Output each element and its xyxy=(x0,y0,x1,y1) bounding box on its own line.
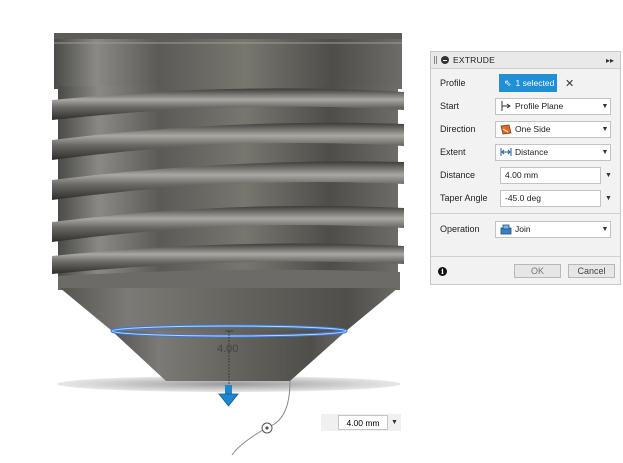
taper-angle-row: Taper Angle -45.0 deg ▼ xyxy=(431,188,620,208)
join-icon xyxy=(499,224,512,235)
chevron-down-icon[interactable]: ▼ xyxy=(605,195,612,202)
distance-dimension-input[interactable]: 4.00 mm ▼ xyxy=(321,414,401,431)
dialog-title: EXTRUDE xyxy=(453,55,496,65)
direction-dropdown[interactable]: One Side ▼ xyxy=(495,120,611,138)
divider xyxy=(431,256,620,257)
distance-row: Distance 4.00 mm ▼ xyxy=(431,165,620,185)
chevron-down-icon[interactable]: ▼ xyxy=(605,172,612,179)
one-side-icon xyxy=(499,124,512,135)
operation-dropdown[interactable]: Join ▼ xyxy=(495,220,611,238)
dimension-label: 4.00 xyxy=(217,343,239,355)
extent-label: Extent xyxy=(440,147,466,157)
distance-input[interactable]: 4.00 mm xyxy=(500,166,601,184)
profile-label: Profile xyxy=(440,78,466,88)
dialog-header[interactable]: EXTRUDE ▸▸ xyxy=(431,52,620,69)
ok-button[interactable]: OK xyxy=(514,264,561,278)
profile-selection-count: 1 selected xyxy=(515,78,555,88)
taper-angle-handle[interactable] xyxy=(261,422,273,434)
operation-label: Operation xyxy=(440,224,480,234)
operation-row: Operation Join ▼ xyxy=(431,219,620,239)
distance-label: Distance xyxy=(440,170,476,180)
start-label: Start xyxy=(440,101,460,111)
extent-row: Extent Distance ▼ xyxy=(431,142,620,162)
distance-dimension-value[interactable]: 4.00 mm xyxy=(338,415,388,430)
expand-icon[interactable]: ▸▸ xyxy=(606,56,614,65)
chevron-down-icon[interactable]: ▼ xyxy=(600,226,610,233)
start-dropdown[interactable]: Profile Plane ▼ xyxy=(495,97,611,115)
start-value: Profile Plane xyxy=(515,101,564,111)
extrude-dialog: EXTRUDE ▸▸ Profile ⇖ 1 selected ✕ Start … xyxy=(430,51,621,285)
cancel-button[interactable]: Cancel xyxy=(568,264,615,278)
info-icon[interactable]: i xyxy=(438,267,447,276)
clear-selection-icon[interactable]: ✕ xyxy=(565,77,574,90)
distance-icon xyxy=(499,147,512,158)
extent-value: Distance xyxy=(515,147,549,157)
screw-collar xyxy=(54,33,402,89)
drag-grip-icon[interactable] xyxy=(434,56,437,64)
profile-row: Profile ⇖ 1 selected ✕ xyxy=(431,73,620,93)
chevron-down-icon[interactable]: ▼ xyxy=(600,126,610,133)
chevron-down-icon[interactable]: ▼ xyxy=(600,103,610,110)
extent-dropdown[interactable]: Distance ▼ xyxy=(495,143,611,161)
taper-angle-input[interactable]: -45.0 deg xyxy=(500,189,601,207)
taper-angle-label: Taper Angle xyxy=(440,193,488,203)
taper-arc xyxy=(231,380,291,456)
chevron-down-icon[interactable]: ▼ xyxy=(600,149,610,156)
direction-label: Direction xyxy=(440,124,476,134)
cursor-icon: ⇖ xyxy=(504,77,512,88)
profile-selection-button[interactable]: ⇖ 1 selected xyxy=(499,74,557,92)
profile-plane-icon xyxy=(499,101,512,112)
start-row: Start Profile Plane ▼ xyxy=(431,96,620,116)
operation-value: Join xyxy=(515,224,531,234)
collapse-icon[interactable] xyxy=(441,56,449,64)
direction-row: Direction One Side ▼ xyxy=(431,119,620,139)
divider xyxy=(431,213,620,214)
direction-value: One Side xyxy=(515,124,551,134)
chevron-down-icon[interactable]: ▼ xyxy=(391,419,398,426)
